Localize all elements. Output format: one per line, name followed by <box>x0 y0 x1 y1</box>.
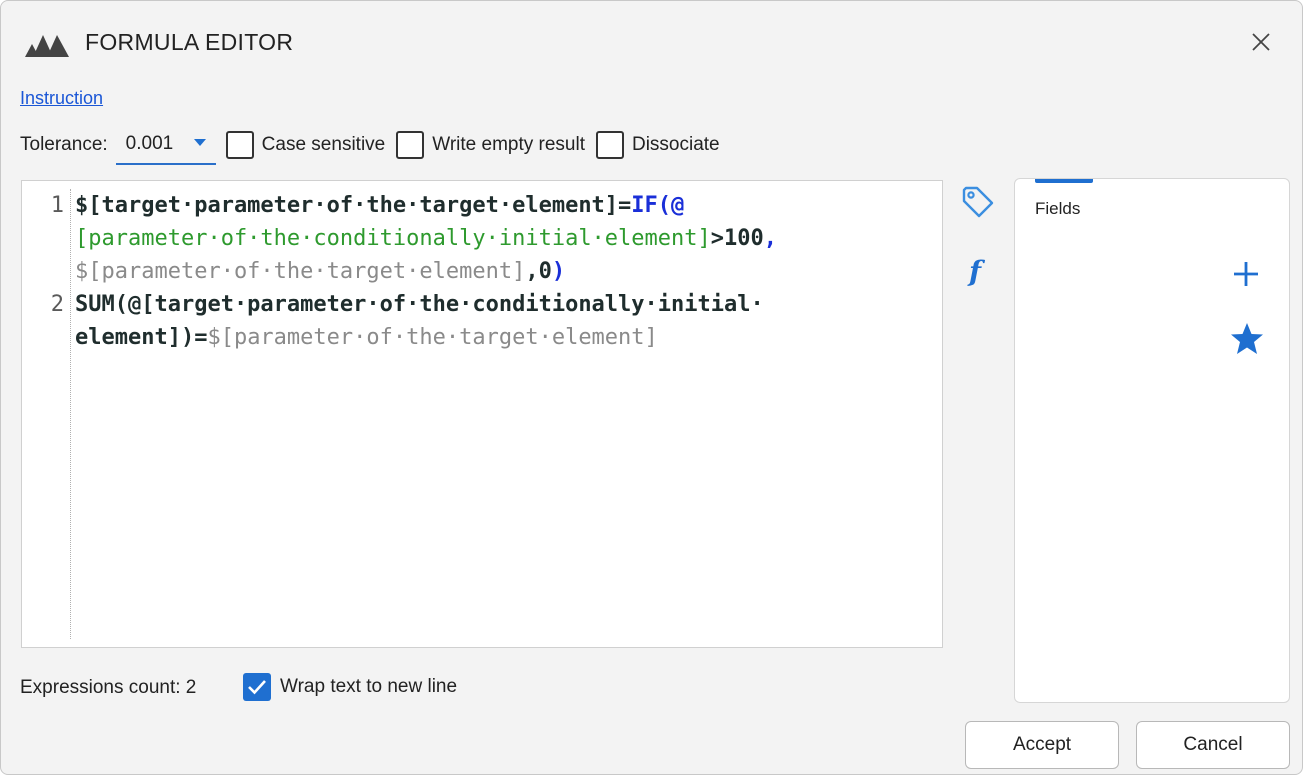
tolerance-value: 0.001 <box>125 133 174 154</box>
checkbox-box[interactable] <box>225 131 254 159</box>
tab-fields[interactable]: Fields <box>1035 199 1080 219</box>
options-row: Tolerance: 0.001 Case sensitive Write em… <box>20 125 731 165</box>
formula-text-editor[interactable]: 1 $[target·parameter·of·the·target·elemen… <box>21 180 943 648</box>
line-number: 1 <box>50 193 64 218</box>
close-icon[interactable] <box>1248 29 1274 55</box>
code-line-row[interactable]: $[parameter·of·the·target·element],0) <box>22 255 942 288</box>
checkbox-box[interactable] <box>396 131 425 159</box>
dissociate-checkbox[interactable]: Dissociate <box>595 131 720 159</box>
wrap-text-label: Wrap text to new line <box>280 676 458 697</box>
code-token: , <box>763 226 777 251</box>
case-sensitive-checkbox[interactable]: Case sensitive <box>225 131 386 159</box>
code-token: $[target·parameter·of·the·target·element… <box>75 193 632 218</box>
checkbox-box[interactable] <box>595 131 624 159</box>
tolerance-label: Tolerance: <box>20 134 108 155</box>
plus-icon[interactable] <box>1229 257 1263 291</box>
cancel-button[interactable]: Cancel <box>1136 721 1290 769</box>
code-token: $[parameter·of·the·target·element] <box>207 325 658 350</box>
fields-tab-indicator <box>1035 179 1093 183</box>
title-bar: FORMULA EDITOR <box>1 1 1302 81</box>
code-token: element])= <box>75 325 208 350</box>
write-empty-result-label: Write empty result <box>432 134 585 155</box>
function-icon[interactable]: f <box>960 253 996 289</box>
star-icon[interactable] <box>1229 321 1265 357</box>
chevron-down-icon <box>193 139 206 146</box>
code-token: SUM(@[target·parameter·of·the·conditiona… <box>75 292 764 317</box>
code-token: IF(@ <box>631 193 685 218</box>
tolerance-dropdown[interactable]: 0.001 <box>115 125 216 165</box>
code-line-row[interactable]: element])=$[parameter·of·the·target·elem… <box>22 321 942 354</box>
line-number: 2 <box>50 292 64 317</box>
instruction-link[interactable]: Instruction <box>20 88 103 109</box>
window-title: FORMULA EDITOR <box>85 29 294 55</box>
code-content[interactable]: 1 $[target·parameter·of·the·target·elemen… <box>22 189 942 354</box>
code-line-row[interactable]: [parameter·of·the·conditionally·initial·… <box>22 222 942 255</box>
tag-icon[interactable] <box>960 184 996 220</box>
checkmark-icon <box>248 680 266 695</box>
expressions-count: Expressions count: 2 <box>20 677 197 698</box>
fields-panel: Fields <box>1014 178 1290 703</box>
checkbox-checked[interactable] <box>243 673 271 701</box>
case-sensitive-label: Case sensitive <box>261 134 386 155</box>
code-token: ) <box>551 259 566 284</box>
code-token: [parameter·of·the·conditionally·initial·… <box>75 226 711 251</box>
code-line-row[interactable]: 1 $[target·parameter·of·the·target·elemen… <box>22 189 942 222</box>
write-empty-result-checkbox[interactable]: Write empty result <box>396 131 585 159</box>
formula-editor-window: FORMULA EDITOR Instruction Tolerance: 0.… <box>0 0 1303 775</box>
code-token: $[parameter·of·the·target·element] <box>75 259 526 284</box>
code-token: ,0 <box>525 259 552 284</box>
wrap-text-checkbox[interactable]: Wrap text to new line <box>243 673 457 701</box>
svg-text:f: f <box>967 255 986 288</box>
dissociate-label: Dissociate <box>631 134 720 155</box>
code-token: >100 <box>710 226 764 251</box>
app-logo-icon <box>25 35 69 57</box>
accept-button[interactable]: Accept <box>965 721 1119 769</box>
code-line-row[interactable]: 2 SUM(@[target·parameter·of·the·condition… <box>22 288 942 321</box>
